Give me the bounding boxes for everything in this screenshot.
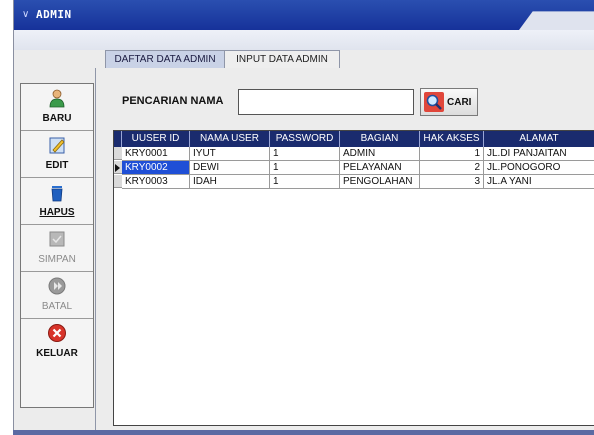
row-header-corner bbox=[114, 131, 122, 147]
magnifier-icon bbox=[424, 92, 444, 112]
exit-icon bbox=[48, 324, 66, 342]
cari-label: CARI bbox=[447, 97, 472, 108]
hapus-label: HAPUS bbox=[39, 207, 75, 218]
table-cell[interactable]: PELAYANAN bbox=[340, 161, 420, 175]
table-cell[interactable]: 3 bbox=[420, 175, 484, 189]
simpan-label: SIMPAN bbox=[38, 254, 76, 265]
edit-button[interactable]: EDIT bbox=[21, 131, 93, 178]
table-cell[interactable]: 2 bbox=[420, 161, 484, 175]
search-label: PENCARIAN NAMA bbox=[122, 95, 224, 107]
column-header-password[interactable]: PASSWORD bbox=[270, 131, 340, 147]
row-indicator[interactable] bbox=[114, 175, 122, 188]
column-header-bagian[interactable]: BAGIAN bbox=[340, 131, 420, 147]
table-cell[interactable]: JL.DI PANJAITAN bbox=[484, 147, 594, 161]
baru-button[interactable]: BARU bbox=[21, 84, 93, 131]
cari-button[interactable]: CARI bbox=[420, 88, 478, 116]
trash-icon bbox=[51, 186, 63, 202]
table-cell[interactable]: DEWI bbox=[190, 161, 270, 175]
save-icon bbox=[49, 231, 65, 247]
table-cell[interactable]: JL.PONOGORO bbox=[484, 161, 594, 175]
batal-button[interactable]: BATAL bbox=[21, 272, 93, 319]
keluar-label: KELUAR bbox=[36, 348, 78, 359]
hapus-button[interactable]: HAPUS bbox=[21, 178, 93, 225]
table-cell[interactable]: 1 bbox=[270, 161, 340, 175]
table-cell[interactable]: ADMIN bbox=[340, 147, 420, 161]
title-bar-decoration bbox=[519, 11, 594, 30]
header-band bbox=[14, 30, 594, 50]
keluar-button[interactable]: KELUAR bbox=[21, 319, 93, 365]
batal-label: BATAL bbox=[41, 301, 73, 312]
edit-label: EDIT bbox=[45, 160, 69, 171]
table-cell[interactable]: KRY0003 bbox=[122, 175, 190, 189]
tab-daftar-data-admin[interactable]: DAFTAR DATA ADMIN bbox=[105, 50, 225, 68]
table-cell[interactable]: 1 bbox=[270, 147, 340, 161]
title-bar: ∨ ADMIN bbox=[14, 0, 594, 30]
row-indicator[interactable] bbox=[114, 147, 122, 160]
table-cell[interactable]: KRY0001 bbox=[122, 147, 190, 161]
column-header-hak-akses[interactable]: HAK AKSES bbox=[420, 131, 484, 147]
column-header-nama-user[interactable]: NAMA USER bbox=[190, 131, 270, 147]
search-input[interactable] bbox=[238, 89, 414, 115]
cancel-icon bbox=[48, 277, 66, 295]
baru-label: BARU bbox=[42, 113, 72, 124]
window-title: ADMIN bbox=[36, 8, 72, 21]
row-indicator[interactable] bbox=[114, 161, 122, 174]
user-icon bbox=[49, 89, 65, 108]
table-cell[interactable]: 1 bbox=[420, 147, 484, 161]
column-header-user-id[interactable]: UUSER ID bbox=[122, 131, 190, 147]
chevron-down-icon[interactable]: ∨ bbox=[22, 9, 29, 20]
admin-data-grid[interactable]: UUSER ID NAMA USER PASSWORD BAGIAN HAK A… bbox=[113, 130, 594, 426]
table-cell[interactable]: PENGOLAHAN bbox=[340, 175, 420, 189]
tab-input-data-admin[interactable]: INPUT DATA ADMIN bbox=[224, 50, 340, 68]
column-header-alamat[interactable]: ALAMAT bbox=[484, 131, 594, 147]
table-cell[interactable]: IYUT bbox=[190, 147, 270, 161]
action-toolbar: BARU EDIT HAPUS SIMPAN BATAL KELUAR bbox=[20, 83, 94, 408]
simpan-button[interactable]: SIMPAN bbox=[21, 225, 93, 272]
edit-icon bbox=[49, 137, 65, 154]
window-bottom-border bbox=[13, 430, 594, 435]
table-cell[interactable]: 1 bbox=[270, 175, 340, 189]
table-cell[interactable]: IDAH bbox=[190, 175, 270, 189]
table-cell-selected[interactable]: KRY0002 bbox=[122, 161, 190, 175]
table-cell[interactable]: JL.A YANI bbox=[484, 175, 594, 189]
current-row-arrow-icon bbox=[115, 164, 120, 172]
